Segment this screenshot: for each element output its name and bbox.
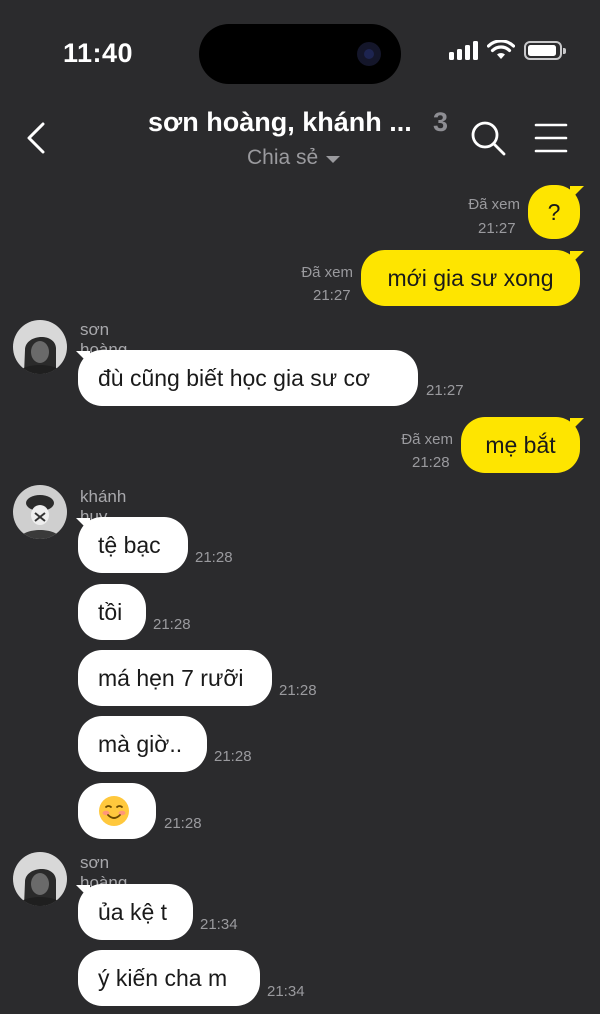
message-bubble[interactable]: đù cũng biết học gia sư cơ [78,350,418,406]
share-dropdown[interactable]: Chia sẻ [247,146,341,170]
message-time: 21:28 [412,454,450,471]
avatar[interactable] [13,485,67,539]
message-time: 21:27 [426,382,464,399]
status-time: 11:40 [63,38,134,68]
message-bubble[interactable]: má hẹn 7 rưỡi [78,650,272,706]
chat-title[interactable]: sơn hoàng, khánh ... [148,107,412,138]
avatar[interactable] [13,320,67,374]
message-time: 21:28 [214,748,252,765]
smiling-face-emoji-icon [99,796,129,826]
read-receipt: Đã xem [301,264,353,281]
message-time: 21:28 [164,815,202,832]
message-time: 21:27 [313,287,351,304]
chat-screen: 11:40 sơn hoàng, khánh ... 3 Chia sẻ Đã … [0,0,600,1014]
message-bubble[interactable]: ý kiến cha m [78,950,260,1006]
message-time: 21:34 [200,916,238,933]
back-arrow-icon[interactable] [18,118,58,158]
message-bubble[interactable]: mà giờ.. [78,716,207,772]
message-bubble[interactable]: tồi [78,584,146,640]
dynamic-island [199,24,401,84]
caret-down-icon [326,155,341,163]
read-receipt: Đã xem [401,431,453,448]
message-bubble[interactable]: mới gia sư xong [361,250,580,306]
battery-icon [524,40,566,60]
message-time: 21:27 [478,220,516,237]
cellular-signal-icon [449,40,478,60]
read-receipt: Đã xem [468,196,520,213]
message-time: 21:28 [279,682,317,699]
message-bubble[interactable] [78,783,156,839]
message-time: 21:28 [153,616,191,633]
share-label: Chia sẻ [247,146,319,169]
menu-icon[interactable] [533,120,569,156]
status-icons [449,40,566,60]
camera-icon [357,42,381,66]
search-icon[interactable] [468,118,508,158]
message-time: 21:34 [267,983,305,1000]
wifi-icon [487,40,515,59]
message-bubble[interactable]: tệ bạc [78,517,188,573]
message-time: 21:28 [195,549,233,566]
avatar[interactable] [13,852,67,906]
message-bubble[interactable]: mẹ bắt [461,417,580,473]
message-bubble[interactable]: ủa kệ t [78,884,193,940]
member-count: 3 [433,107,449,137]
